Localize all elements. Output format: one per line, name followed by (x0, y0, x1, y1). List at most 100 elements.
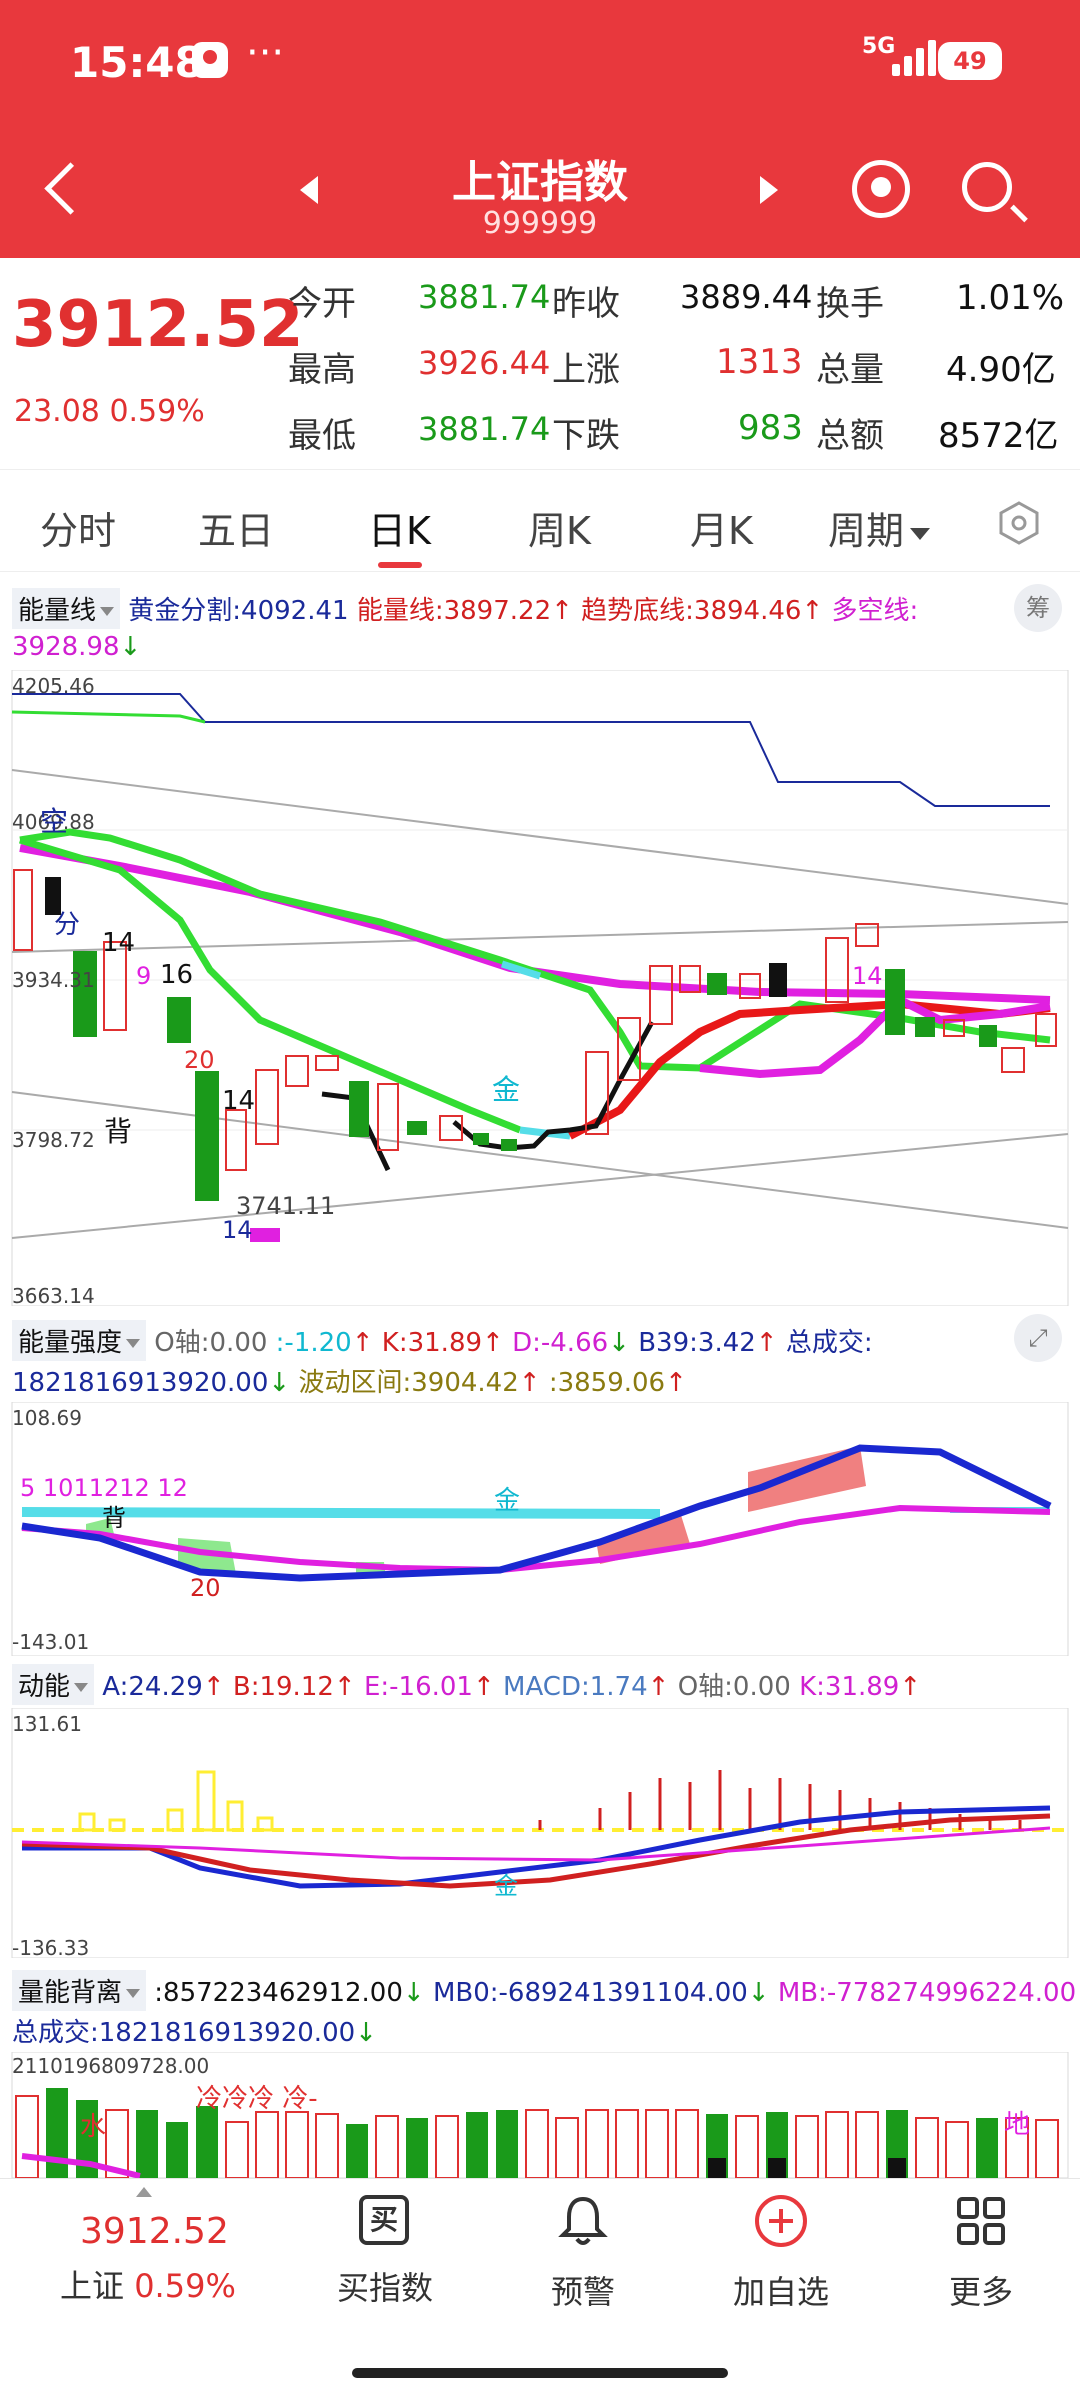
tab-weekly-k[interactable]: 周K (528, 500, 591, 555)
signal-jin: 金 (492, 1073, 521, 1106)
more-button[interactable]: 更多 (906, 2193, 1056, 2313)
divergence-mb0: MB0:-689241391104.00↓ (432, 1978, 770, 2008)
add-watchlist-button[interactable]: 加自选 (706, 2193, 856, 2313)
tab-monthly-k[interactable]: 月K (690, 500, 753, 555)
momentum-o-axis: O轴:0.00 (677, 1672, 791, 1702)
strength-selector-label: 能量强度 (18, 1328, 123, 1358)
tab-five-day[interactable]: 五日 (198, 500, 274, 555)
tab-intraday[interactable]: 分时 (40, 500, 116, 555)
buy-index-button[interactable]: 买 买指数 (310, 2193, 460, 2309)
value-advance: 1313 (716, 342, 803, 382)
signal-16: 16 (160, 960, 194, 990)
bottom-name-text: 上证 (60, 2267, 125, 2305)
bottom-price: 3912.52 (80, 2211, 229, 2252)
chevron-down-icon (910, 527, 931, 540)
tab-daily-k[interactable]: 日K (368, 500, 431, 555)
strength-range: 波动区间:3904.42↑ (298, 1368, 541, 1398)
next-stock-icon[interactable] (760, 176, 778, 204)
home-indicator[interactable] (352, 2368, 728, 2378)
value-prev-close: 3889.44 (680, 278, 813, 316)
status-bar: 15:48 ··· 5G 49 (0, 0, 1080, 120)
trend-line-text: 趋势底线:3894.46 (581, 596, 802, 626)
signal-9: 9 (136, 962, 152, 990)
chip-distribution-button[interactable]: 筹 (1014, 584, 1062, 632)
momentum-e: E:-16.01↑ (363, 1672, 495, 1702)
divergence-mb-text: MB:-778274996224.00 (777, 1978, 1077, 2008)
energy-line-text: 能量线:3897.22 (356, 596, 552, 626)
momentum-axis-top: 131.61 (12, 1712, 82, 1736)
strength-selector[interactable]: 能量强度 (12, 1320, 147, 1361)
momentum-macd-text: MACD:1.74 (503, 1672, 648, 1702)
divergence-total: 总成交:1821816913920.00↓ (12, 2018, 377, 2048)
momentum-selector[interactable]: 动能 (12, 1664, 95, 1705)
add-watchlist-label: 加自选 (732, 2273, 829, 2311)
value-open: 3881.74 (418, 278, 551, 316)
tab-period[interactable]: 周期 (828, 500, 931, 555)
strength-axis-bottom: -143.01 (12, 1630, 90, 1654)
momentum-chart[interactable] (0, 1708, 1080, 1958)
strength-jin: 金 (494, 1486, 521, 1516)
buy-icon: 买 (357, 2193, 413, 2249)
status-more: ··· (246, 30, 285, 76)
strength-chart[interactable] (0, 1402, 1080, 1656)
expand-icon[interactable]: ⤢ (1014, 1314, 1062, 1362)
signal-icon (886, 40, 936, 76)
main-indicator-selector[interactable]: 能量线 (12, 588, 121, 629)
strength-k: K:31.89↑ (381, 1328, 504, 1358)
assistant-icon[interactable] (852, 160, 910, 218)
search-icon[interactable] (962, 162, 1012, 212)
location-icon (192, 42, 228, 78)
main-axis-1: 4205.46 (12, 674, 95, 698)
quote-row-1: 今开 (288, 276, 356, 325)
divergence-leng: 冷冷冷 冷- (196, 2084, 318, 2114)
label-low: 最低 (288, 416, 356, 456)
dropdown-icon (126, 1989, 141, 1998)
strength-d-text: D:-4.66 (512, 1328, 609, 1358)
longshort-label: 多空线: (831, 596, 919, 626)
alert-button[interactable]: 预警 (508, 2193, 658, 2313)
label-turnover: 换手 (816, 284, 884, 324)
value-high: 3926.44 (418, 344, 551, 382)
label-decline: 下跌 (552, 416, 620, 456)
strength-total-value: 1821816913920.00↓ (12, 1368, 291, 1398)
strength-header: 能量强度 O轴:0.00 :-1.20↑ K:31.89↑ D:-4.66↓ B… (12, 1320, 873, 1361)
battery-icon: 49 (938, 42, 1002, 80)
divergence-total-text: 总成交:1821816913920.00 (12, 2018, 356, 2048)
momentum-selector-label: 动能 (18, 1672, 71, 1702)
plus-circle-icon (755, 2195, 807, 2247)
strength-range-text: 波动区间:3904.42 (298, 1368, 519, 1398)
strength-k-text: K:31.89 (381, 1328, 483, 1358)
strength-range2-text: :3859.06 (548, 1368, 666, 1398)
label-volume: 总量 (816, 350, 884, 390)
bottom-bar: 3912.52 上证 0.59% 买 买指数 预警 加自选 更多 (0, 2178, 1080, 2400)
more-label: 更多 (948, 2273, 1013, 2311)
change-value: 23.08 (14, 394, 100, 429)
momentum-axis-bottom: -136.33 (12, 1936, 90, 1960)
value-volume: 4.90亿 (946, 350, 1056, 390)
longshort-value-text: 3928.98 (12, 632, 120, 662)
divergence-mb: MB:-778274996224.00↓ (778, 1978, 1080, 2008)
momentum-e-text: E:-16.01 (363, 1672, 473, 1702)
signal-fen: 分 (54, 910, 81, 940)
divergence-val: :857223462912.00↓ (154, 1978, 425, 2008)
page-title: 上证指数 (452, 157, 628, 208)
strength-b39: B39:3.42↑ (638, 1328, 778, 1358)
active-tab-indicator (378, 562, 422, 568)
back-icon[interactable] (40, 158, 90, 218)
momentum-b-text: B:19.12 (232, 1672, 334, 1702)
energy-line-value: 能量线:3897.22↑ (356, 596, 573, 626)
buy-index-label: 买指数 (336, 2269, 433, 2307)
label-high: 最高 (288, 350, 356, 390)
strength-b39-text: B39:3.42 (638, 1328, 756, 1358)
main-indicator-header: 能量线 黄金分割:4092.41 能量线:3897.22↑ 趋势底线:3894.… (12, 588, 918, 629)
buy-glyph: 买 (359, 2195, 409, 2245)
signal-14d: 14 (852, 962, 883, 990)
prev-stock-icon[interactable] (300, 176, 318, 204)
momentum-a: A:24.29↑ (102, 1672, 225, 1702)
price-change: 23.08 0.59% (14, 394, 205, 429)
signal-14c: 14 (222, 1216, 253, 1244)
settings-hex-icon[interactable] (996, 500, 1042, 546)
expand-up-icon[interactable] (136, 2187, 152, 2197)
strength-total-text: 1821816913920.00 (12, 1368, 269, 1398)
divergence-selector[interactable]: 量能背离 (12, 1970, 147, 2011)
